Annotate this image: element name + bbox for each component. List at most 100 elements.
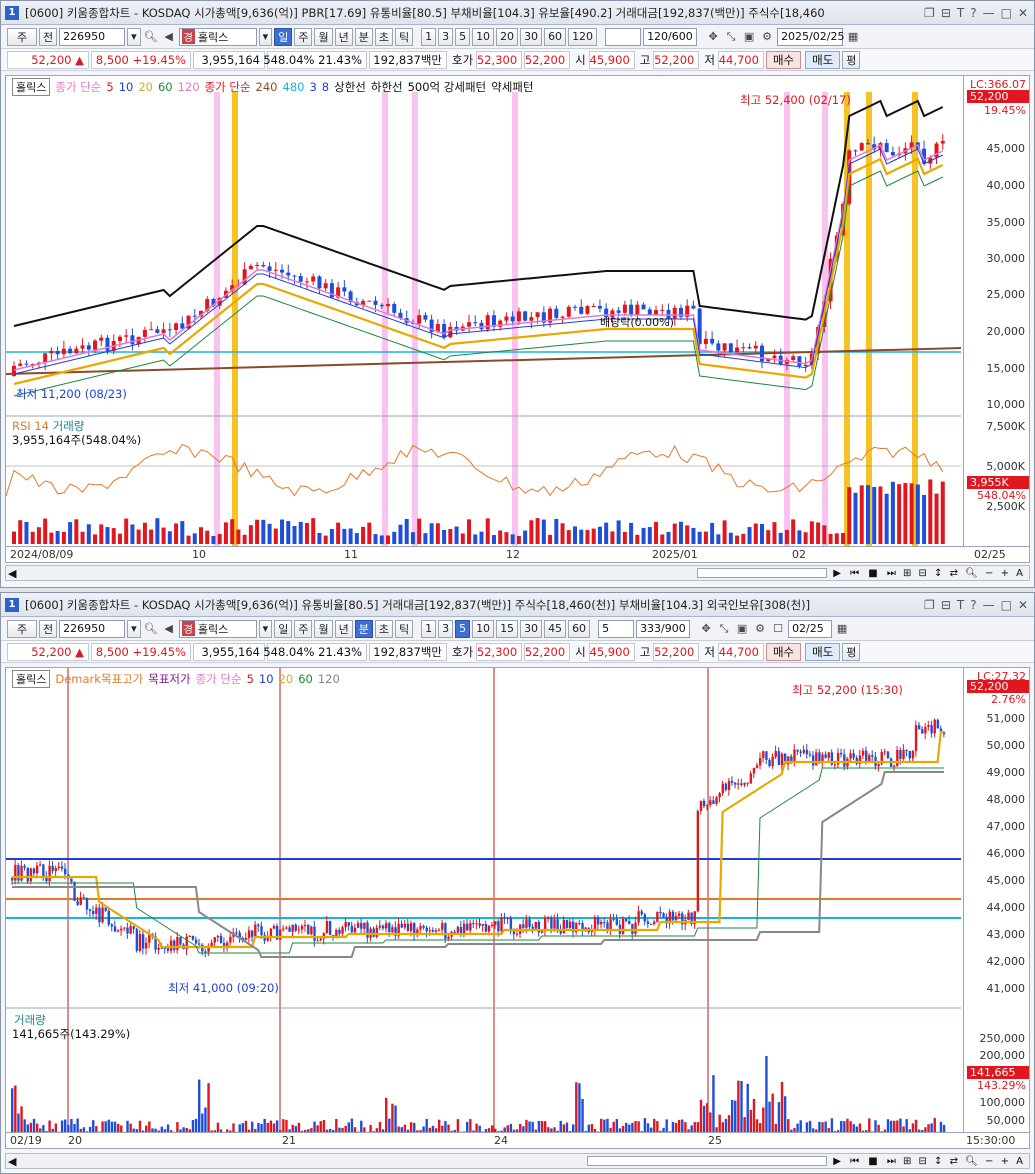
interval-10[interactable]: 10 xyxy=(472,619,495,638)
minimize-icon[interactable]: — xyxy=(983,6,995,20)
dropdown-icon[interactable]: ▾ xyxy=(258,27,273,46)
scroll-left-icon[interactable]: ◀ xyxy=(8,1155,16,1168)
period-week[interactable]: 주 xyxy=(294,619,313,638)
period-week[interactable]: 주 xyxy=(294,27,313,46)
scroll-thumb[interactable] xyxy=(587,1156,828,1166)
indicator-select[interactable]: 경 홀릭스 xyxy=(178,27,257,46)
interval-120[interactable]: 120 xyxy=(568,27,598,46)
dropdown-icon[interactable]: ▾ xyxy=(127,619,141,638)
scroll-track[interactable] xyxy=(22,1156,828,1166)
crosshair-icon[interactable]: ✥ xyxy=(698,621,714,637)
dropdown-icon[interactable]: ▾ xyxy=(127,27,141,46)
zoom-tools-icons[interactable]: ⊞ ⊟ ↕ ⇄ 🔍︎ − + A xyxy=(903,1156,1025,1167)
market-type-select[interactable]: 주 xyxy=(7,27,37,46)
interval-input[interactable]: 5 xyxy=(598,619,635,638)
period-day[interactable]: 일 xyxy=(274,27,293,46)
interval-input[interactable] xyxy=(605,27,642,46)
search-icon[interactable]: 🔍︎ xyxy=(143,621,159,637)
stock-code-input[interactable]: 226950 xyxy=(59,27,126,46)
chart-scrollbar[interactable]: ◀ ▶ ⏮ ■ ⏭ ⊞ ⊟ ↕ ⇄ 🔍︎ − + A xyxy=(5,1153,1030,1169)
period-month[interactable]: 월 xyxy=(314,619,333,638)
market-type-select[interactable]: 주 xyxy=(7,619,37,638)
buy-button[interactable]: 매수 xyxy=(765,642,802,661)
calendar-icon[interactable]: ▦ xyxy=(845,29,861,45)
interval-10[interactable]: 10 xyxy=(472,27,495,46)
date-input[interactable]: 02/25 xyxy=(788,619,833,638)
legend-indicator-box[interactable]: 홀릭스 xyxy=(12,670,51,688)
search-icon[interactable]: 🔍︎ xyxy=(143,29,159,45)
maximize-icon[interactable]: □ xyxy=(1001,6,1012,20)
interval-5[interactable]: 5 xyxy=(455,619,471,638)
interval-20[interactable]: 20 xyxy=(496,27,519,46)
period-tick[interactable]: 틱 xyxy=(394,27,414,46)
scroll-thumb[interactable] xyxy=(697,568,828,578)
period-year[interactable]: 년 xyxy=(334,27,353,46)
restore-icon[interactable]: ❐ xyxy=(924,6,935,20)
minimize-icon[interactable]: — xyxy=(983,598,995,612)
period-tick[interactable]: 틱 xyxy=(394,619,414,638)
gear-icon[interactable]: ⚙ xyxy=(759,29,775,45)
dropdown-icon[interactable]: ▾ xyxy=(258,619,273,638)
period-second[interactable]: 초 xyxy=(374,27,393,46)
period-year[interactable]: 년 xyxy=(334,619,353,638)
gear-icon[interactable]: ⚙ xyxy=(752,621,768,637)
scroll-track[interactable] xyxy=(22,568,828,578)
period-month[interactable]: 월 xyxy=(314,27,333,46)
pin-icon[interactable]: T xyxy=(957,598,964,612)
interval-60[interactable]: 60 xyxy=(568,619,591,638)
draw-tool-icon[interactable]: ⤡ xyxy=(716,621,732,637)
buy-button[interactable]: 매수 xyxy=(765,50,802,69)
prev-button[interactable]: 전 xyxy=(39,619,58,638)
calendar-icon[interactable]: ▦ xyxy=(834,621,850,637)
chart-scrollbar[interactable]: ◀ ▶ ⏮ ■ ⏭ ⊞ ⊟ ↕ ⇄ 🔍︎ − + A xyxy=(5,565,1030,581)
checkbox-icon[interactable]: ☐ xyxy=(770,621,786,637)
close-icon[interactable]: ✕ xyxy=(1018,598,1028,612)
zoom-tools-icons[interactable]: ⊞ ⊟ ↕ ⇄ 🔍︎ − + A xyxy=(903,568,1025,579)
period-day[interactable]: 일 xyxy=(274,619,293,638)
restore-icon[interactable]: ❐ xyxy=(924,598,935,612)
interval-3[interactable]: 3 xyxy=(438,619,454,638)
period-minute[interactable]: 분 xyxy=(354,27,373,46)
scroll-left-icon[interactable]: ◀ xyxy=(8,567,16,580)
maximize-icon[interactable]: □ xyxy=(1001,598,1012,612)
link-icon[interactable]: ⊟ xyxy=(941,6,951,20)
draw-tool-icon[interactable]: ⤡ xyxy=(723,29,739,45)
interval-1[interactable]: 1 xyxy=(421,619,437,638)
period-minute[interactable]: 분 xyxy=(354,619,373,638)
sell-button[interactable]: 매도 xyxy=(805,642,841,661)
sell-button[interactable]: 매도 xyxy=(805,50,841,69)
interval-30[interactable]: 30 xyxy=(520,619,543,638)
crosshair-icon[interactable]: ✥ xyxy=(705,29,721,45)
avg-button[interactable]: 평 xyxy=(842,50,861,69)
save-icon[interactable]: ▣ xyxy=(734,621,750,637)
save-icon[interactable]: ▣ xyxy=(741,29,757,45)
count-input[interactable]: 333/900 xyxy=(636,619,691,638)
price-chart-area[interactable]: 홀릭스 종가 단순 5 10 20 60 120 종가 단순 240 480 3… xyxy=(5,75,1030,563)
date-input[interactable]: 2025/02/25 xyxy=(777,27,844,46)
close-icon[interactable]: ✕ xyxy=(1018,6,1028,20)
interval-60[interactable]: 60 xyxy=(544,27,567,46)
interval-3[interactable]: 3 xyxy=(438,27,454,46)
interval-5[interactable]: 5 xyxy=(455,27,471,46)
interval-1[interactable]: 1 xyxy=(421,27,437,46)
speaker-icon[interactable]: ◀ xyxy=(161,621,177,637)
volume-bar xyxy=(629,522,634,544)
count-input[interactable]: 120/600 xyxy=(643,27,698,46)
legend-indicator-box[interactable]: 홀릭스 xyxy=(12,78,51,96)
stock-code-input[interactable]: 226950 xyxy=(59,619,126,638)
prev-button[interactable]: 전 xyxy=(39,27,58,46)
price-chart-area[interactable]: 홀릭스 Demark목표고가 목표저가 종가 단순 5 10 20 60 120… xyxy=(5,667,1030,1149)
avg-button[interactable]: 평 xyxy=(842,642,861,661)
pin-icon[interactable]: T xyxy=(957,6,964,20)
interval-30[interactable]: 30 xyxy=(520,27,543,46)
interval-15[interactable]: 15 xyxy=(496,619,519,638)
playback-icons[interactable]: ▶ ⏮ ■ ⏭ xyxy=(833,568,899,579)
speaker-icon[interactable]: ◀ xyxy=(161,29,177,45)
period-second[interactable]: 초 xyxy=(374,619,393,638)
playback-icons[interactable]: ▶ ⏮ ■ ⏭ xyxy=(833,1156,899,1167)
help-icon[interactable]: ? xyxy=(970,598,976,612)
link-icon[interactable]: ⊟ xyxy=(941,598,951,612)
indicator-select[interactable]: 경 홀릭스 xyxy=(178,619,257,638)
interval-45[interactable]: 45 xyxy=(544,619,567,638)
help-icon[interactable]: ? xyxy=(970,6,976,20)
